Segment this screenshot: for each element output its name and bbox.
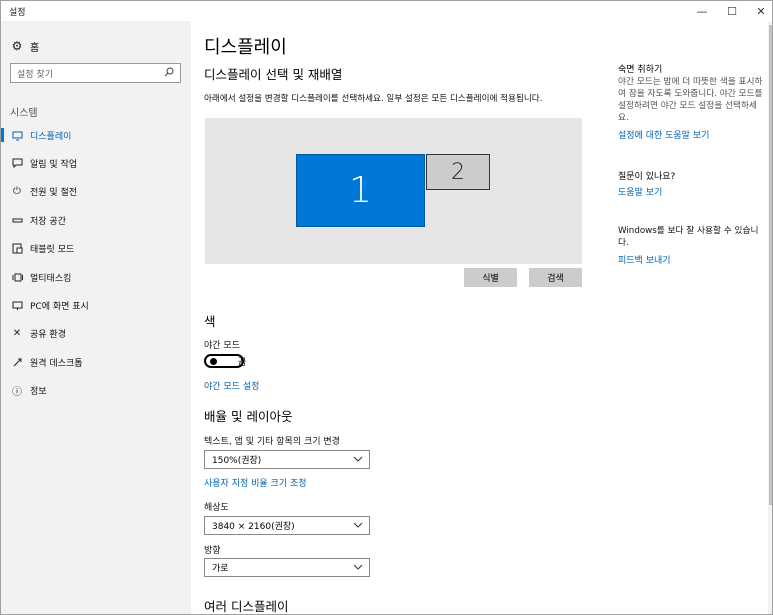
sidebar-item-label: 디스플레이: [30, 131, 72, 142]
title-bar: 설정 — ☐ ✕: [1, 1, 772, 21]
color-heading: 색: [204, 314, 216, 329]
power-icon: ⏻: [13, 186, 21, 198]
sidebar-item-remote-desktop[interactable]: 원격 데스크톱: [1, 348, 191, 376]
search-placeholder: 설정 찾기: [17, 69, 53, 80]
sidebar-item-label: 정보: [30, 387, 47, 398]
sidebar-item-shared-experiences[interactable]: ✕ 공유 환경: [1, 320, 191, 348]
night-light-settings-link[interactable]: 야간 모드 설정: [204, 379, 259, 392]
sidebar-item-label: 원격 데스크톱: [30, 358, 83, 369]
display-arrangement-area[interactable]: 1 2: [205, 118, 582, 264]
select-rearrange-heading: 디스플레이 선택 및 재배열: [204, 67, 343, 82]
orientation-value: 가로: [212, 564, 229, 574]
detect-button[interactable]: 검색: [529, 268, 582, 287]
resolution-label: 해상도: [204, 503, 229, 513]
sidebar-item-project[interactable]: PC에 화면 표시: [1, 291, 191, 319]
info-icon: ⓘ: [12, 387, 22, 399]
multiple-displays-heading: 여러 디스플레이: [204, 599, 289, 614]
question-heading: 질문이 있나요?: [618, 172, 676, 182]
sidebar-item-label: 알림 및 작업: [30, 160, 78, 171]
sidebar-item-display[interactable]: 디스플레이: [1, 121, 191, 149]
close-icon: ✕: [756, 4, 766, 18]
window-title: 설정: [9, 8, 26, 18]
scale-label: 텍스트, 앱 및 기타 항목의 크기 변경: [204, 437, 340, 447]
maximize-button[interactable]: ☐: [717, 1, 747, 21]
home-nav-item[interactable]: ⚙ 홈: [10, 37, 180, 55]
page-title: 디스플레이: [204, 37, 287, 58]
minimize-button[interactable]: —: [687, 1, 717, 21]
sidebar-item-power[interactable]: ⏻ 전원 및 절전: [1, 178, 191, 206]
chevron-down-icon: [353, 563, 363, 573]
scale-dropdown[interactable]: 150%(권장): [204, 450, 370, 469]
scrollbar[interactable]: [768, 21, 772, 614]
monitor-2[interactable]: 2: [426, 154, 490, 190]
resolution-value: 3840 × 2160(권장): [212, 522, 295, 532]
custom-scaling-link[interactable]: 사용자 지정 비율 크기 조정: [204, 476, 307, 489]
toggle-knob: [210, 358, 217, 365]
sidebar-item-notifications[interactable]: 알림 및 작업: [1, 149, 191, 177]
remote-desktop-icon: [11, 356, 23, 368]
sidebar-item-tablet-mode[interactable]: 태블릿 모드: [1, 235, 191, 263]
chevron-down-icon: [353, 455, 363, 465]
select-description: 아래에서 설정을 변경할 디스플레이를 선택하세요. 일부 설정은 모든 디스플…: [204, 94, 543, 104]
sidebar-item-storage[interactable]: 저장 공간: [1, 206, 191, 234]
sidebar: ⚙ 홈 설정 찾기 시스템 디스플레이 알림 및 작업 ⏻ 전원 및 절전 저장…: [1, 21, 191, 614]
sidebar-item-multitasking[interactable]: 멀티태스킹: [1, 263, 191, 291]
sidebar-item-label: 태블릿 모드: [30, 245, 75, 256]
shared-experiences-icon: ✕: [12, 328, 22, 340]
sleep-text: 야간 모드는 밤에 더 따뜻한 색을 표시하여 잠을 자도록 도와줍니다. 야간…: [618, 77, 763, 123]
settings-help-link[interactable]: 설정에 대한 도움말 보기: [618, 128, 709, 141]
search-icon: [164, 67, 174, 80]
monitor-1[interactable]: 1: [296, 154, 425, 227]
home-label: 홈: [30, 42, 40, 54]
feedback-link[interactable]: 피드백 보내기: [618, 253, 671, 266]
feedback-text: Windows를 보다 잘 사용할 수 있습니다.: [618, 226, 759, 248]
maximize-icon: ☐: [727, 4, 737, 18]
minimize-icon: —: [696, 4, 708, 18]
sidebar-item-about[interactable]: ⓘ 정보: [1, 377, 191, 405]
storage-icon: [11, 214, 23, 226]
project-icon: [11, 300, 23, 312]
sidebar-item-label: 전원 및 절전: [30, 188, 78, 199]
resolution-dropdown[interactable]: 3840 × 2160(권장): [204, 516, 370, 535]
chevron-down-icon: [353, 521, 363, 531]
scale-layout-heading: 배율 및 레이아웃: [204, 409, 293, 424]
orientation-dropdown[interactable]: 가로: [204, 558, 370, 577]
sidebar-section-title: 시스템: [10, 108, 38, 119]
scrollbar-thumb[interactable]: [769, 25, 772, 505]
multitasking-icon: [11, 271, 23, 283]
toggle-state-label: 끔: [238, 358, 247, 368]
sidebar-item-label: 공유 환경: [30, 330, 66, 341]
sleep-heading: 숙면 취하기: [618, 65, 663, 75]
sidebar-item-label: 저장 공간: [30, 216, 66, 227]
notification-icon: [11, 158, 23, 170]
sidebar-item-label: 멀티태스킹: [30, 273, 72, 284]
sidebar-nav: 디스플레이 알림 및 작업 ⏻ 전원 및 절전 저장 공간 태블릿 모드 멀티태…: [1, 121, 191, 405]
sidebar-item-label: PC에 화면 표시: [30, 302, 89, 313]
orientation-label: 방향: [204, 546, 221, 556]
tablet-icon: [11, 243, 23, 255]
display-icon: [11, 129, 23, 141]
close-button[interactable]: ✕: [746, 1, 772, 21]
identify-button[interactable]: 식별: [464, 268, 517, 287]
settings-window: 설정 — ☐ ✕ ⚙ 홈 설정 찾기 시스템 디스플레이 알림 및 작업 ⏻ 전…: [0, 0, 773, 615]
get-help-link[interactable]: 도움말 보기: [618, 185, 662, 198]
scale-value: 150%(권장): [212, 456, 262, 466]
gear-icon: ⚙: [11, 39, 23, 53]
night-light-label: 야간 모드: [204, 341, 240, 351]
search-input[interactable]: 설정 찾기: [10, 63, 181, 83]
